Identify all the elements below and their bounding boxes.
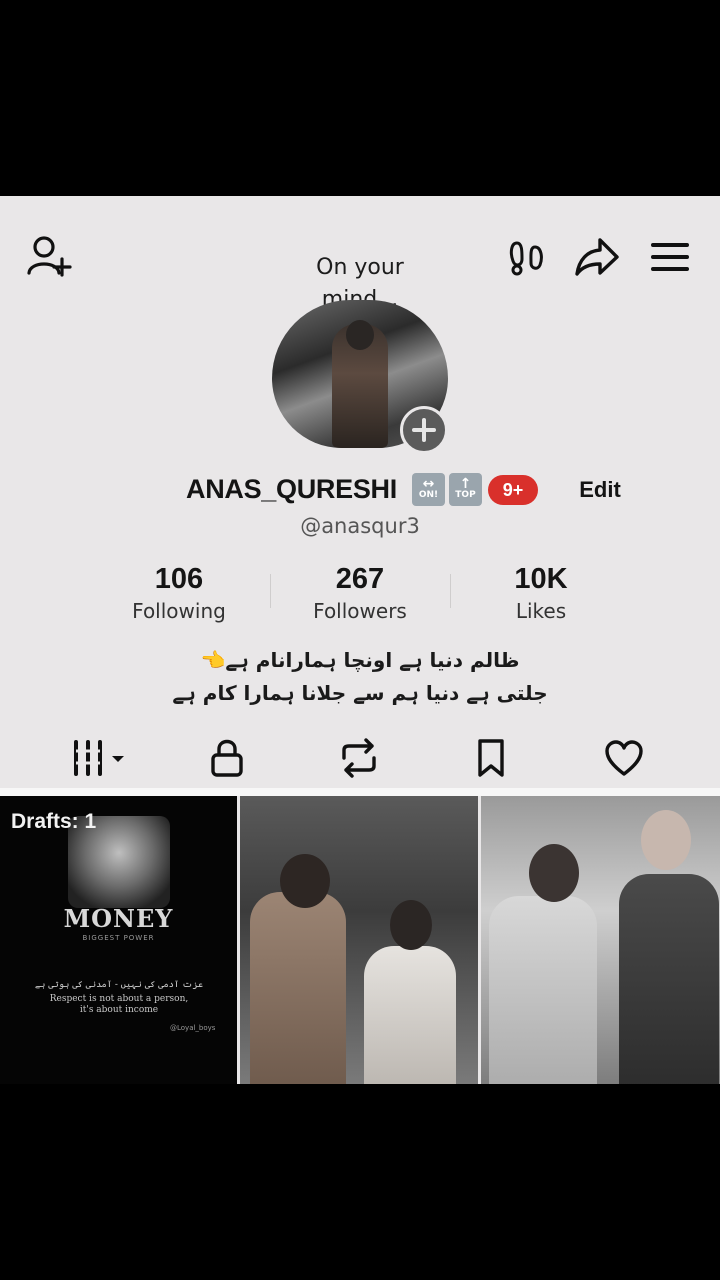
hamburger-menu-icon <box>651 243 689 271</box>
video-tile[interactable] <box>240 796 478 1084</box>
person-head <box>641 810 691 870</box>
plus-icon <box>412 418 436 442</box>
person-image <box>250 892 346 1084</box>
person-image <box>489 896 597 1084</box>
username: ANAS_QURESHI <box>186 474 397 504</box>
grid-icon <box>74 740 124 776</box>
mind-note-line1: On your <box>316 255 404 280</box>
on-arrow-emoji: ↔ ON! <box>412 473 445 506</box>
person-head <box>280 854 330 908</box>
on-arrow-glyph: ↔ <box>422 475 435 492</box>
money-title: MONEY <box>63 904 174 933</box>
quote-en-2: it's about income <box>79 1005 159 1015</box>
followers-label: Followers <box>313 599 407 623</box>
likes-stat[interactable]: 10K Likes <box>461 560 621 624</box>
lock-icon <box>211 739 243 777</box>
person-head <box>390 900 432 950</box>
share-profile-button[interactable] <box>572 234 622 280</box>
top-arrow-emoji: ↑ TOP <box>449 473 482 506</box>
quote-en-1: Respect is not about a person, <box>49 994 189 1004</box>
bookmark-icon <box>478 739 504 777</box>
tab-favorites[interactable] <box>446 730 536 786</box>
drafts-tile[interactable]: Drafts: 1 MONEY BIGGEST POWER عزت آدمی ک… <box>0 796 237 1084</box>
money-subtitle: BIGGEST POWER <box>82 934 155 942</box>
menu-button[interactable] <box>646 236 694 278</box>
person-head <box>529 844 579 902</box>
stat-divider <box>450 574 451 608</box>
following-count: 106 <box>154 563 204 595</box>
following-stat[interactable]: 106 Following <box>99 560 259 624</box>
followers-count: 267 <box>335 563 385 595</box>
edit-profile-button[interactable]: Edit <box>568 472 632 508</box>
tab-liked[interactable] <box>579 730 669 786</box>
bio-line2: جلتی ہے دنیا ہم سے جلانا ہمارا کام ہے <box>172 681 548 705</box>
tabs-divider <box>0 788 720 796</box>
stats-row: 106 Following 267 Followers 10K Likes <box>0 560 720 630</box>
profile-screen: On your mind... ANAS_QURESHI ↔ ON! ↑ TOP… <box>0 196 720 1084</box>
tab-videos[interactable] <box>56 730 146 786</box>
name-row: ANAS_QURESHI ↔ ON! ↑ TOP 9+ Edit <box>0 468 720 512</box>
drafts-label: Drafts: 1 <box>11 810 97 833</box>
quote-urdu: عزت آدمی کی نہیں - آمدنی کی ہوتی ہے <box>34 980 204 990</box>
on-arrow-caption: ON! <box>418 489 439 500</box>
top-arrow-glyph: ↑ <box>459 475 472 492</box>
video-grid: Drafts: 1 MONEY BIGGEST POWER عزت آدمی ک… <box>0 796 720 1084</box>
share-arrow-icon <box>575 238 619 276</box>
repost-icon <box>342 738 376 778</box>
avatar-add-button[interactable] <box>400 406 448 454</box>
content-tabs <box>0 730 720 791</box>
likes-count: 10K <box>514 563 568 595</box>
likes-label: Likes <box>515 599 567 623</box>
person-image <box>364 946 456 1084</box>
following-label: Following <box>132 599 226 623</box>
avatar[interactable] <box>272 300 448 454</box>
bio-line1: ظالم دنیا ہے اونچا ہمارانام ہے👈 <box>200 648 520 672</box>
bio: ظالم دنیا ہے اونچا ہمارانام ہے👈 جلتی ہے … <box>0 644 720 710</box>
heart-icon <box>605 740 643 776</box>
user-handle: @anasqur3 <box>300 514 420 538</box>
profile-views-button[interactable] <box>504 234 550 280</box>
quote-text: عزت آدمی کی نہیں - آمدنی کی ہوتی ہے Resp… <box>30 980 208 1016</box>
footprints-icon <box>509 241 543 276</box>
watermark: @Loyal_boys <box>170 1024 216 1032</box>
tab-private[interactable] <box>182 730 272 786</box>
add-friend-button[interactable] <box>22 232 74 280</box>
video-tile[interactable] <box>481 796 720 1084</box>
person-image <box>619 874 719 1084</box>
stat-divider <box>270 574 271 608</box>
notification-badge[interactable]: 9+ <box>488 475 538 505</box>
top-arrow-caption: TOP <box>455 489 476 500</box>
tab-reposts[interactable] <box>314 730 404 786</box>
person-plus-icon <box>27 236 72 277</box>
followers-stat[interactable]: 267 Followers <box>280 560 440 624</box>
